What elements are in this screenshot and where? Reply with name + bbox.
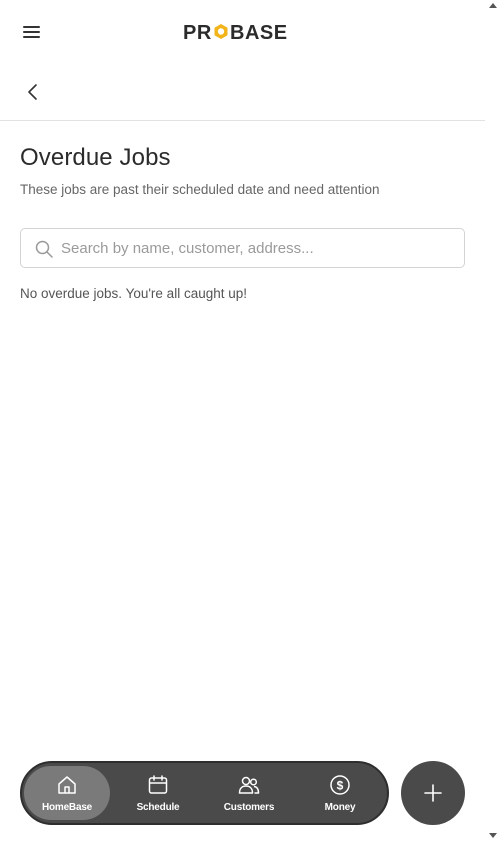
bottom-nav: HomeBase Schedule Customers $ Money: [20, 761, 389, 825]
app-root: PR BASE Overdue Jobs These jobs are past…: [0, 0, 485, 845]
plus-icon: [424, 784, 442, 802]
page-subtitle: These jobs are past their scheduled date…: [20, 182, 380, 197]
home-icon: [58, 776, 76, 794]
page-scrollbar[interactable]: [485, 0, 500, 845]
chevron-left-icon[interactable]: [22, 80, 44, 104]
probase-logo[interactable]: PR BASE: [183, 21, 305, 43]
nav-item-homebase[interactable]: HomeBase: [24, 766, 110, 820]
calendar-icon: [148, 775, 168, 794]
svg-text:PR: PR: [183, 22, 212, 43]
search-icon: [35, 240, 53, 258]
users-icon: [238, 776, 260, 794]
add-button[interactable]: [401, 761, 465, 825]
scroll-up-arrow-icon[interactable]: [489, 3, 497, 8]
nav-item-money[interactable]: $ Money: [297, 766, 383, 820]
top-header: PR BASE: [0, 0, 485, 64]
svg-text:BASE: BASE: [230, 22, 288, 43]
nav-label: Customers: [223, 802, 275, 813]
search-input[interactable]: [61, 229, 456, 267]
dollar-icon: $: [330, 775, 350, 795]
svg-text:$: $: [337, 779, 344, 793]
nav-item-customers[interactable]: Customers: [206, 766, 292, 820]
nav-label: HomeBase: [41, 802, 93, 813]
nav-item-schedule[interactable]: Schedule: [115, 766, 201, 820]
scroll-down-arrow-icon[interactable]: [489, 833, 497, 838]
page-title: Overdue Jobs: [20, 144, 171, 171]
nav-label: Schedule: [136, 802, 180, 813]
back-bar: [0, 64, 485, 121]
hamburger-menu-icon[interactable]: [22, 24, 42, 40]
empty-state-message: No overdue jobs. You're all caught up!: [20, 286, 247, 301]
search-box: [20, 228, 465, 268]
nav-label: Money: [324, 802, 356, 813]
